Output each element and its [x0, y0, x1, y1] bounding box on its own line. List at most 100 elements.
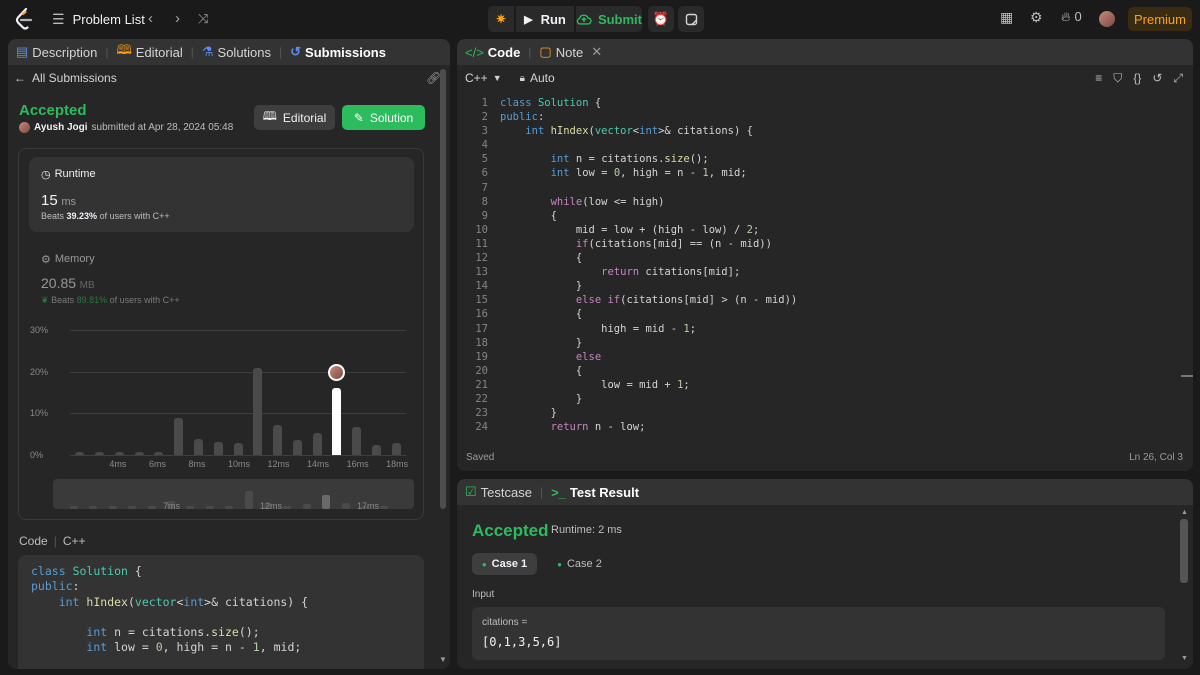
prev-problem-icon[interactable]: ‹ [148, 10, 153, 27]
chart-bar-7ms[interactable] [174, 418, 184, 455]
chart-bar-15ms[interactable] [332, 388, 342, 455]
close-icon[interactable]: ✕ [591, 44, 602, 60]
chart-bar-4ms[interactable] [114, 451, 124, 455]
premium-label: Premium [1133, 11, 1186, 27]
result-runtime: Runtime: 2 ms [551, 524, 622, 536]
chart-bar-10ms[interactable] [233, 443, 243, 455]
debug-button[interactable]: ✷ [488, 6, 514, 32]
code-lang-label: C++ [62, 534, 86, 548]
shuffle-icon[interactable]: ⤨ [198, 11, 208, 27]
code-line[interactable]: 15 else if(citations[mid] > (n - mid)) [458, 293, 1188, 307]
chart-bar-13ms[interactable] [292, 439, 302, 455]
user-avatar[interactable] [1099, 11, 1115, 27]
language-select[interactable]: C++ ▼ [465, 71, 502, 85]
chart-bar-16ms[interactable] [352, 426, 362, 455]
chart-bar-11ms[interactable] [253, 368, 263, 455]
code-line[interactable]: 6 int low = 0, high = n - 1, mid; [458, 166, 1188, 180]
line-number: 10 [475, 223, 488, 236]
chart-bar-6ms[interactable] [154, 451, 164, 455]
code-line[interactable]: 10 mid = low + (high - low) / 2; [458, 223, 1188, 237]
next-problem-icon[interactable]: › [175, 10, 180, 27]
code-line[interactable]: 24 return n - low; [458, 420, 1188, 434]
format-lines-icon[interactable]: ≡ [1095, 71, 1102, 86]
chart-bar-12ms[interactable] [273, 425, 283, 455]
expand-icon[interactable]: ⤢ [1173, 71, 1183, 86]
premium-button[interactable]: Premium [1128, 7, 1192, 31]
line-text: { [550, 209, 557, 222]
timer-button[interactable]: ⏰ [648, 6, 674, 32]
chart-bar-3ms[interactable] [95, 451, 105, 455]
code-line[interactable]: 5 int n = citations.size(); [458, 152, 1188, 166]
layout-grid-icon[interactable]: ▦ [1000, 9, 1013, 26]
submit-label: Submit [597, 11, 642, 27]
line-number: 23 [475, 407, 488, 420]
code-line[interactable]: 8 while(low <= high) [458, 195, 1188, 209]
chart-bar-9ms[interactable] [213, 441, 223, 455]
code-line[interactable]: 22 } [458, 392, 1188, 406]
line-number: 11 [475, 237, 488, 250]
chart-bar-17ms[interactable] [371, 445, 381, 455]
code-line[interactable]: 1 class Solution { [458, 96, 1188, 110]
line-text: return citations[mid]; [601, 266, 741, 279]
submit-button[interactable]: Submit [576, 6, 642, 32]
reset-icon[interactable]: ↺ [1152, 71, 1162, 86]
code-line[interactable]: 4 [458, 138, 1188, 152]
line-number: 5 [481, 153, 488, 166]
tab-note-label: Note [555, 44, 584, 60]
alarm-clock-icon: ⏰ [652, 11, 670, 26]
code-line[interactable]: 16 { [458, 307, 1188, 321]
tab-test-result[interactable]: >_ Test Result [543, 485, 647, 500]
terminal-icon: >_ [551, 484, 566, 500]
runtime-distribution-chart[interactable]: 30% 20% 10% 0% 4ms 6ms 8ms 10ms 12ms 14ms 16ms 18ms… [8, 39, 450, 519]
case-pass-dot-icon: ● [481, 559, 487, 569]
code-line[interactable]: 13 return citations[mid]; [458, 265, 1188, 279]
chart-bar-5ms[interactable] [134, 451, 144, 455]
case-pass-dot-icon: ● [557, 559, 562, 569]
code-line[interactable]: 2 public: [458, 110, 1188, 124]
code-line[interactable]: 7 [458, 181, 1188, 195]
chart-bar-18ms[interactable] [391, 442, 401, 455]
code-line[interactable]: 12 { [458, 251, 1188, 265]
code-line[interactable]: 3 int hIndex(vector<int>& citations) { [458, 124, 1188, 138]
problem-list-button[interactable]: ☰ Problem List [52, 11, 145, 28]
code-line[interactable]: 20 { [458, 364, 1188, 378]
preview-code-line: int low = 0, high = n - 1, mid; [86, 640, 302, 655]
scroll-down-arrow-icon[interactable]: ▼ [1181, 655, 1188, 662]
run-button[interactable]: ▶ Run [516, 6, 574, 32]
submitted-code-preview: class Solution {public: int hIndex(vecto… [18, 555, 424, 669]
line-text: return n - low; [550, 421, 646, 434]
editor-tabs: </> Code | ▢ Note ✕ [457, 39, 1193, 65]
chart-bar-14ms[interactable] [312, 433, 322, 455]
case-1-label: Case 1 [491, 558, 528, 570]
x-tick-label: 8ms [188, 459, 206, 469]
case-tab-2[interactable]: ● Case 2 [547, 553, 612, 575]
case-tab-1[interactable]: ● Case 1 [472, 553, 537, 575]
chart-bar-2ms[interactable] [75, 451, 85, 455]
result-scrollbar[interactable] [1180, 519, 1188, 583]
code-line[interactable]: 21 low = mid + 1; [458, 378, 1188, 392]
leetcode-logo-icon[interactable] [14, 8, 34, 30]
bookmark-icon[interactable]: ⛉ [1113, 71, 1122, 86]
chart-bar-8ms[interactable] [193, 439, 203, 455]
tab-testcase[interactable]: ☑ Testcase [457, 484, 540, 500]
code-line[interactable]: 17 high = mid - 1; [458, 322, 1188, 336]
left-scrollbar[interactable] [440, 69, 446, 509]
code-line[interactable]: 19 else [458, 350, 1188, 364]
auto-mode[interactable]: 🔒︎ Auto [520, 71, 555, 85]
code-line[interactable]: 14 } [458, 279, 1188, 293]
code-editor-lines[interactable]: 1 class Solution {2 public: 3 int hIndex(ve… [458, 96, 1188, 434]
code-line[interactable]: 18 } [458, 336, 1188, 350]
scroll-down-arrow-icon[interactable]: ▼ [439, 655, 447, 664]
scroll-up-arrow-icon[interactable]: ▲ [1181, 509, 1188, 516]
code-line[interactable]: 23 } [458, 406, 1188, 420]
line-number: 3 [481, 125, 488, 138]
curly-braces-icon[interactable]: {} [1133, 71, 1141, 86]
settings-gear-icon[interactable]: ⚙ [1030, 9, 1043, 26]
notes-button[interactable] [678, 6, 704, 32]
streak-counter[interactable]: 🔥︎ 0 [1061, 9, 1082, 25]
tab-note[interactable]: ▢ Note ✕ [531, 44, 610, 60]
code-line[interactable]: 11 if(citations[mid] == (n - mid)) [458, 237, 1188, 251]
code-line[interactable]: 9 { [458, 209, 1188, 223]
tab-code[interactable]: </> Code [457, 45, 528, 60]
tab-code-label: Code [487, 44, 521, 60]
